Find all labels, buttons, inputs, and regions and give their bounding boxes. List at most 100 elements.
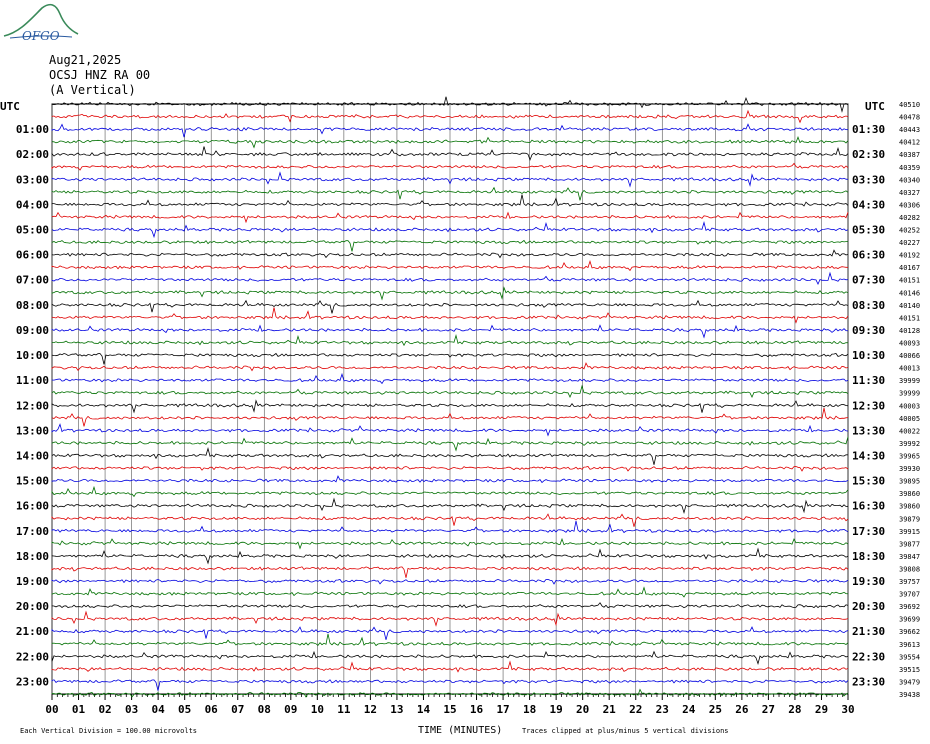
- trace-count: 40252: [899, 227, 920, 235]
- x-tick-label: 09: [284, 703, 297, 716]
- x-tick-label: 11: [337, 703, 351, 716]
- right-hour-label: 21:30: [852, 625, 885, 638]
- trace-count: 40151: [899, 314, 920, 322]
- left-hour-label: 02:00: [16, 148, 49, 161]
- clip-note: Traces clipped at plus/minus 5 vertical …: [522, 727, 729, 735]
- trace-count: 39965: [899, 453, 920, 461]
- trace-count: 39613: [899, 641, 920, 649]
- x-tick-label: 18: [523, 703, 536, 716]
- utc-right-label: UTC: [865, 100, 885, 113]
- trace-count: 40151: [899, 277, 920, 285]
- trace-count: 39999: [899, 390, 920, 398]
- right-hour-label: 12:30: [852, 399, 885, 412]
- trace-count: 40093: [899, 340, 920, 348]
- x-tick-label: 20: [576, 703, 589, 716]
- left-hour-label: 21:00: [16, 625, 49, 638]
- trace-count: 39877: [899, 540, 920, 548]
- trace-count: 40340: [899, 176, 920, 184]
- trace-count: 39515: [899, 666, 920, 674]
- trace-count: 40327: [899, 189, 920, 197]
- left-hour-label: 13:00: [16, 424, 49, 437]
- right-hour-label: 05:30: [852, 224, 885, 237]
- left-hour-label: 18:00: [16, 550, 49, 563]
- trace-count: 40140: [899, 302, 920, 310]
- right-hour-label: 20:30: [852, 600, 885, 613]
- trace-count: 40443: [899, 126, 920, 134]
- trace-count: 39479: [899, 678, 920, 686]
- trace-count: 39554: [899, 653, 920, 661]
- right-hour-label: 19:30: [852, 575, 885, 588]
- trace-count: 39699: [899, 616, 920, 624]
- grid: [51, 103, 849, 700]
- x-tick-label: 23: [656, 703, 669, 716]
- right-hour-label: 16:30: [852, 500, 885, 513]
- trace-count: 40192: [899, 252, 920, 260]
- trace-count: 39860: [899, 503, 920, 511]
- right-hour-label: 22:30: [852, 650, 885, 663]
- right-hour-label: 14:30: [852, 450, 885, 463]
- x-tick-label: 24: [682, 703, 696, 716]
- right-hour-label: 03:30: [852, 173, 885, 186]
- x-tick-label: 04: [152, 703, 166, 716]
- trace-count: 40146: [899, 289, 920, 297]
- trace-count: 40003: [899, 402, 920, 410]
- right-hour-label: 07:30: [852, 274, 885, 287]
- left-hour-label: 03:00: [16, 173, 49, 186]
- trace-count: 39847: [899, 553, 920, 561]
- left-hour-label: 08:00: [16, 299, 49, 312]
- x-tick-label: 15: [443, 703, 456, 716]
- right-hour-label: 04:30: [852, 198, 885, 211]
- left-hour-label: 11:00: [16, 374, 49, 387]
- left-hour-label: 17:00: [16, 525, 49, 538]
- x-tick-label: 29: [815, 703, 828, 716]
- trace-count: 40387: [899, 151, 920, 159]
- left-hour-label: 15:00: [16, 475, 49, 488]
- seismogram-chart: 00 01 02 03 04 05 06 07 08 09 10 11 12 13 14 15 16 17 18 19…: [0, 96, 920, 736]
- trace-count: 40478: [899, 114, 920, 122]
- left-hour-label: 01:00: [16, 123, 49, 136]
- x-tick-label: 13: [390, 703, 403, 716]
- trace-count: 40227: [899, 239, 920, 247]
- right-hour-label: 17:30: [852, 525, 885, 538]
- trace-count: 40282: [899, 214, 920, 222]
- trace-count: 40013: [899, 365, 920, 373]
- trace-count: 39915: [899, 528, 920, 536]
- trace-count: 40306: [899, 201, 920, 209]
- right-hour-label: 06:30: [852, 249, 885, 262]
- x-tick-label: 05: [178, 703, 191, 716]
- right-hour-label: 13:30: [852, 424, 885, 437]
- left-hour-label: 19:00: [16, 575, 49, 588]
- x-tick-label: 06: [205, 703, 219, 716]
- right-hour-label: 10:30: [852, 349, 885, 362]
- utc-left-label: UTC: [0, 100, 20, 113]
- trace-count: 39879: [899, 515, 920, 523]
- x-axis-title: TIME (MINUTES): [418, 725, 502, 736]
- left-hour-label: 04:00: [16, 198, 49, 211]
- x-tick-label: 12: [364, 703, 377, 716]
- x-tick-label: 26: [735, 703, 749, 716]
- right-hour-label: 23:30: [852, 675, 885, 688]
- x-tick-label: 10: [311, 703, 324, 716]
- trace-count: 40022: [899, 427, 920, 435]
- trace-count: 40128: [899, 327, 920, 335]
- x-tick-label: 21: [603, 703, 617, 716]
- x-tick-label: 16: [470, 703, 484, 716]
- x-tick-label: 14: [417, 703, 431, 716]
- x-tick-label: 19: [550, 703, 563, 716]
- x-tick-label: 00: [45, 703, 58, 716]
- trace-count: 39999: [899, 377, 920, 385]
- left-hour-label: 07:00: [16, 274, 49, 287]
- left-hour-label: 14:00: [16, 450, 49, 463]
- left-hour-label: 20:00: [16, 600, 49, 613]
- left-hour-label: 10:00: [16, 349, 49, 362]
- trace-count: 39992: [899, 440, 920, 448]
- trace-count: 39707: [899, 591, 920, 599]
- right-hour-label: 02:30: [852, 148, 885, 161]
- right-hour-label: 09:30: [852, 324, 885, 337]
- left-hour-label: 12:00: [16, 399, 49, 412]
- scale-note: Each Vertical Division = 100.00 microvol…: [20, 727, 197, 735]
- trace-count: 39438: [899, 691, 920, 699]
- x-tick-label: 30: [841, 703, 854, 716]
- x-tick-label: 27: [762, 703, 775, 716]
- trace-count: 39808: [899, 566, 920, 574]
